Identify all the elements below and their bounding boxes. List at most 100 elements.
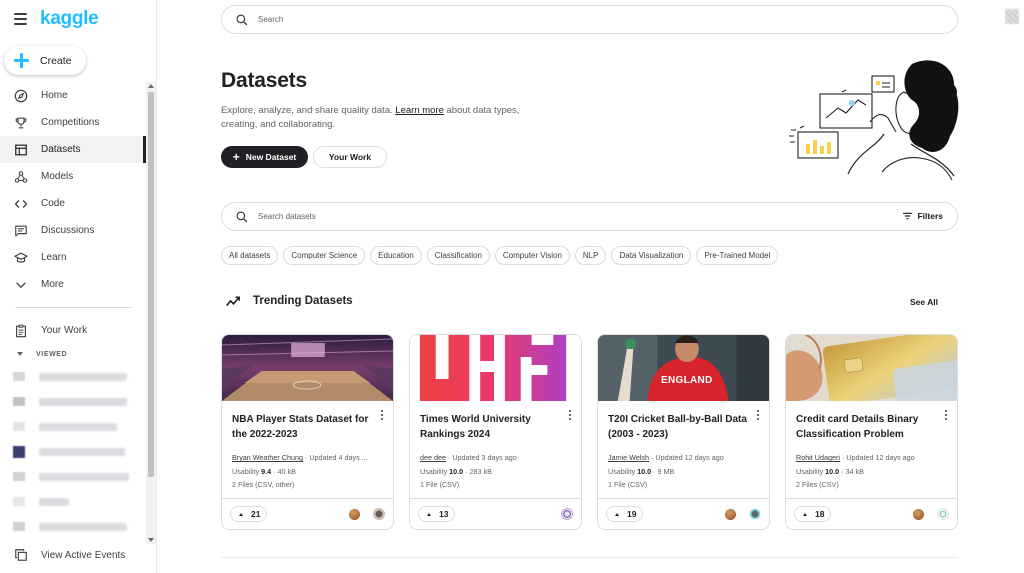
dataset-title[interactable]: T20I Cricket Ball-by-Ball Data (2003 - 2… [608, 413, 753, 442]
upvote-button[interactable]: 21 [230, 506, 268, 522]
more-options-icon[interactable] [565, 409, 575, 421]
filters-label: Filters [917, 211, 943, 221]
dataset-size: · 34 kB [839, 466, 864, 476]
dataset-files: 2 Files (CSV) [796, 480, 839, 489]
user-avatar[interactable] [561, 508, 573, 520]
scroll-up-arrow-icon[interactable] [148, 84, 154, 88]
chip-classification[interactable]: Classification [426, 246, 490, 265]
sidebar-item-more[interactable]: More [0, 271, 146, 298]
kaggle-logo[interactable]: kaggle [40, 8, 99, 30]
chip-data-visualization[interactable]: Data Visualization [611, 246, 692, 265]
upvote-button[interactable]: 13 [418, 506, 456, 522]
hamburger-menu-icon[interactable] [14, 13, 28, 25]
page-title: Datasets [221, 69, 307, 92]
dataset-title[interactable]: Times World University Rankings 2024 [420, 413, 565, 442]
dataset-card[interactable]: Credit card Details Binary Classificatio… [785, 334, 958, 530]
sidebar-scrollbar[interactable] [146, 82, 156, 544]
new-dataset-button[interactable]: + New Dataset [221, 146, 308, 168]
chip-education[interactable]: Education [370, 246, 422, 265]
code-icon [14, 197, 28, 211]
sidebar-item-learn[interactable]: Learn [0, 244, 146, 271]
usability-label: Usability [420, 466, 450, 476]
create-button[interactable]: Create [4, 46, 86, 75]
updated-text: · Updated 4 days ... [302, 453, 368, 462]
viewed-item[interactable] [0, 439, 146, 464]
viewed-item[interactable] [0, 464, 146, 489]
sidebar-item-models[interactable]: Models [0, 163, 146, 190]
global-search-bar[interactable] [221, 5, 958, 34]
sidebar-item-home[interactable]: Home [0, 82, 146, 109]
updated-text: · Updated 12 days ago [839, 453, 915, 462]
dataset-search-input[interactable] [258, 212, 658, 221]
viewed-item-text-blurred [39, 497, 69, 506]
dataset-files: 1 File (CSV) [608, 480, 648, 489]
more-options-icon[interactable] [377, 409, 387, 421]
sidebar-item-discussions[interactable]: Discussions [0, 217, 146, 244]
dataset-search-bar[interactable]: Filters [221, 202, 958, 231]
more-options-icon[interactable] [941, 409, 951, 421]
viewed-item[interactable] [0, 414, 146, 439]
dataset-thumbnail [410, 335, 581, 401]
author-link[interactable]: Bryan Weather Chung [232, 453, 303, 462]
your-work-button[interactable]: Your Work [313, 146, 387, 168]
plus-icon: + [232, 150, 240, 164]
graduation-cap-icon [14, 251, 28, 265]
viewed-thumbnail [13, 445, 25, 458]
chip-nlp[interactable]: NLP [574, 246, 607, 265]
viewed-header-label: VIEWED [36, 350, 68, 358]
dataset-card[interactable]: Times World University Rankings 2024 dee… [409, 334, 582, 530]
caret-down-icon [17, 352, 23, 356]
scrollbar-thumb[interactable] [148, 92, 154, 477]
dataset-card[interactable]: NBA Player Stats Dataset for the 2022-20… [221, 334, 394, 530]
view-active-events-link[interactable]: View Active Events [14, 548, 125, 562]
author-link[interactable]: Jamie Welsh [608, 453, 649, 462]
user-avatar[interactable] [937, 508, 949, 520]
sidebar-item-your-work[interactable]: Your Work [0, 317, 146, 344]
viewed-thumbnail [13, 422, 25, 431]
viewed-item[interactable] [0, 364, 146, 389]
viewed-item[interactable] [0, 489, 146, 514]
medal-icon [349, 508, 360, 520]
chip-all-datasets[interactable]: All datasets [221, 246, 279, 265]
sidebar-item-datasets[interactable]: Datasets [0, 136, 146, 163]
learn-more-link[interactable]: Learn more [395, 105, 444, 116]
viewed-item-text-blurred [39, 522, 127, 531]
dataset-thumbnail: ENGLAND [598, 335, 769, 401]
upvote-button[interactable]: 18 [794, 506, 832, 522]
sidebar-item-competitions[interactable]: Competitions [0, 109, 146, 136]
global-search-input[interactable] [258, 15, 658, 24]
chip-computer-vision[interactable]: Computer Vision [494, 246, 570, 265]
your-work-label: Your Work [328, 152, 372, 162]
user-avatar[interactable] [749, 508, 761, 520]
page-description: Explore, analyze, and share quality data… [221, 104, 531, 132]
clipboard-icon [14, 324, 28, 338]
usability-label: Usability [796, 466, 826, 476]
author-link[interactable]: dee dee [420, 453, 446, 462]
viewed-item[interactable] [0, 514, 146, 539]
viewed-section-toggle[interactable]: VIEWED [0, 344, 146, 364]
chip-computer-science[interactable]: Computer Science [283, 246, 366, 265]
table-icon [14, 143, 28, 157]
viewed-item-text-blurred [39, 397, 127, 406]
viewed-thumbnail [13, 372, 25, 381]
sidebar-item-code[interactable]: Code [0, 190, 146, 217]
author-link[interactable]: Rohit Udageri [796, 453, 840, 462]
upvote-arrow-icon [803, 512, 807, 516]
comments-icon [14, 224, 28, 238]
user-avatar[interactable] [373, 508, 385, 520]
upvote-button[interactable]: 19 [606, 506, 644, 522]
filters-button[interactable]: Filters [903, 211, 943, 221]
more-options-icon[interactable] [753, 409, 763, 421]
scroll-down-arrow-icon[interactable] [148, 538, 154, 542]
dataset-title[interactable]: Credit card Details Binary Classificatio… [796, 413, 941, 442]
user-avatar[interactable] [1005, 9, 1019, 24]
updated-text: · Updated 3 days ago [445, 453, 517, 462]
card-footer: 18 [786, 498, 957, 529]
see-all-link[interactable]: See All [910, 297, 938, 307]
dataset-card[interactable]: ENGLAND T20I Cricket Ball-by-Ball Data (… [597, 334, 770, 530]
viewed-item[interactable] [0, 389, 146, 414]
usability-score: 10.0 [825, 466, 840, 476]
sidebar-item-label: Learn [41, 252, 67, 263]
dataset-title[interactable]: NBA Player Stats Dataset for the 2022-20… [232, 413, 377, 442]
chip-pre-trained-model[interactable]: Pre-Trained Model [696, 246, 779, 265]
